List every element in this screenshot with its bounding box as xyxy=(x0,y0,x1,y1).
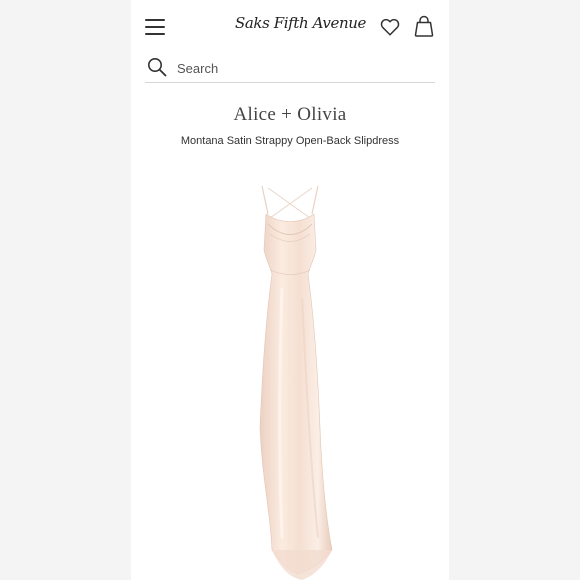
search-icon[interactable] xyxy=(147,57,167,77)
product-brand[interactable]: Alice + Olivia xyxy=(131,104,449,126)
search-input[interactable] xyxy=(177,58,427,78)
shopping-bag-icon[interactable] xyxy=(413,14,435,38)
search-bar[interactable] xyxy=(145,56,435,83)
heart-icon[interactable] xyxy=(379,16,401,38)
app-screen: Saks Fifth Avenue Alice + Olivia Montana… xyxy=(131,0,449,580)
saks-logo[interactable]: Saks Fifth Avenue xyxy=(235,14,366,32)
hamburger-menu-icon[interactable] xyxy=(145,19,167,35)
product-title: Montana Satin Strappy Open-Back Slipdres… xyxy=(180,135,400,147)
top-navigation-bar: Saks Fifth Avenue xyxy=(131,0,449,52)
product-image[interactable] xyxy=(210,178,370,580)
